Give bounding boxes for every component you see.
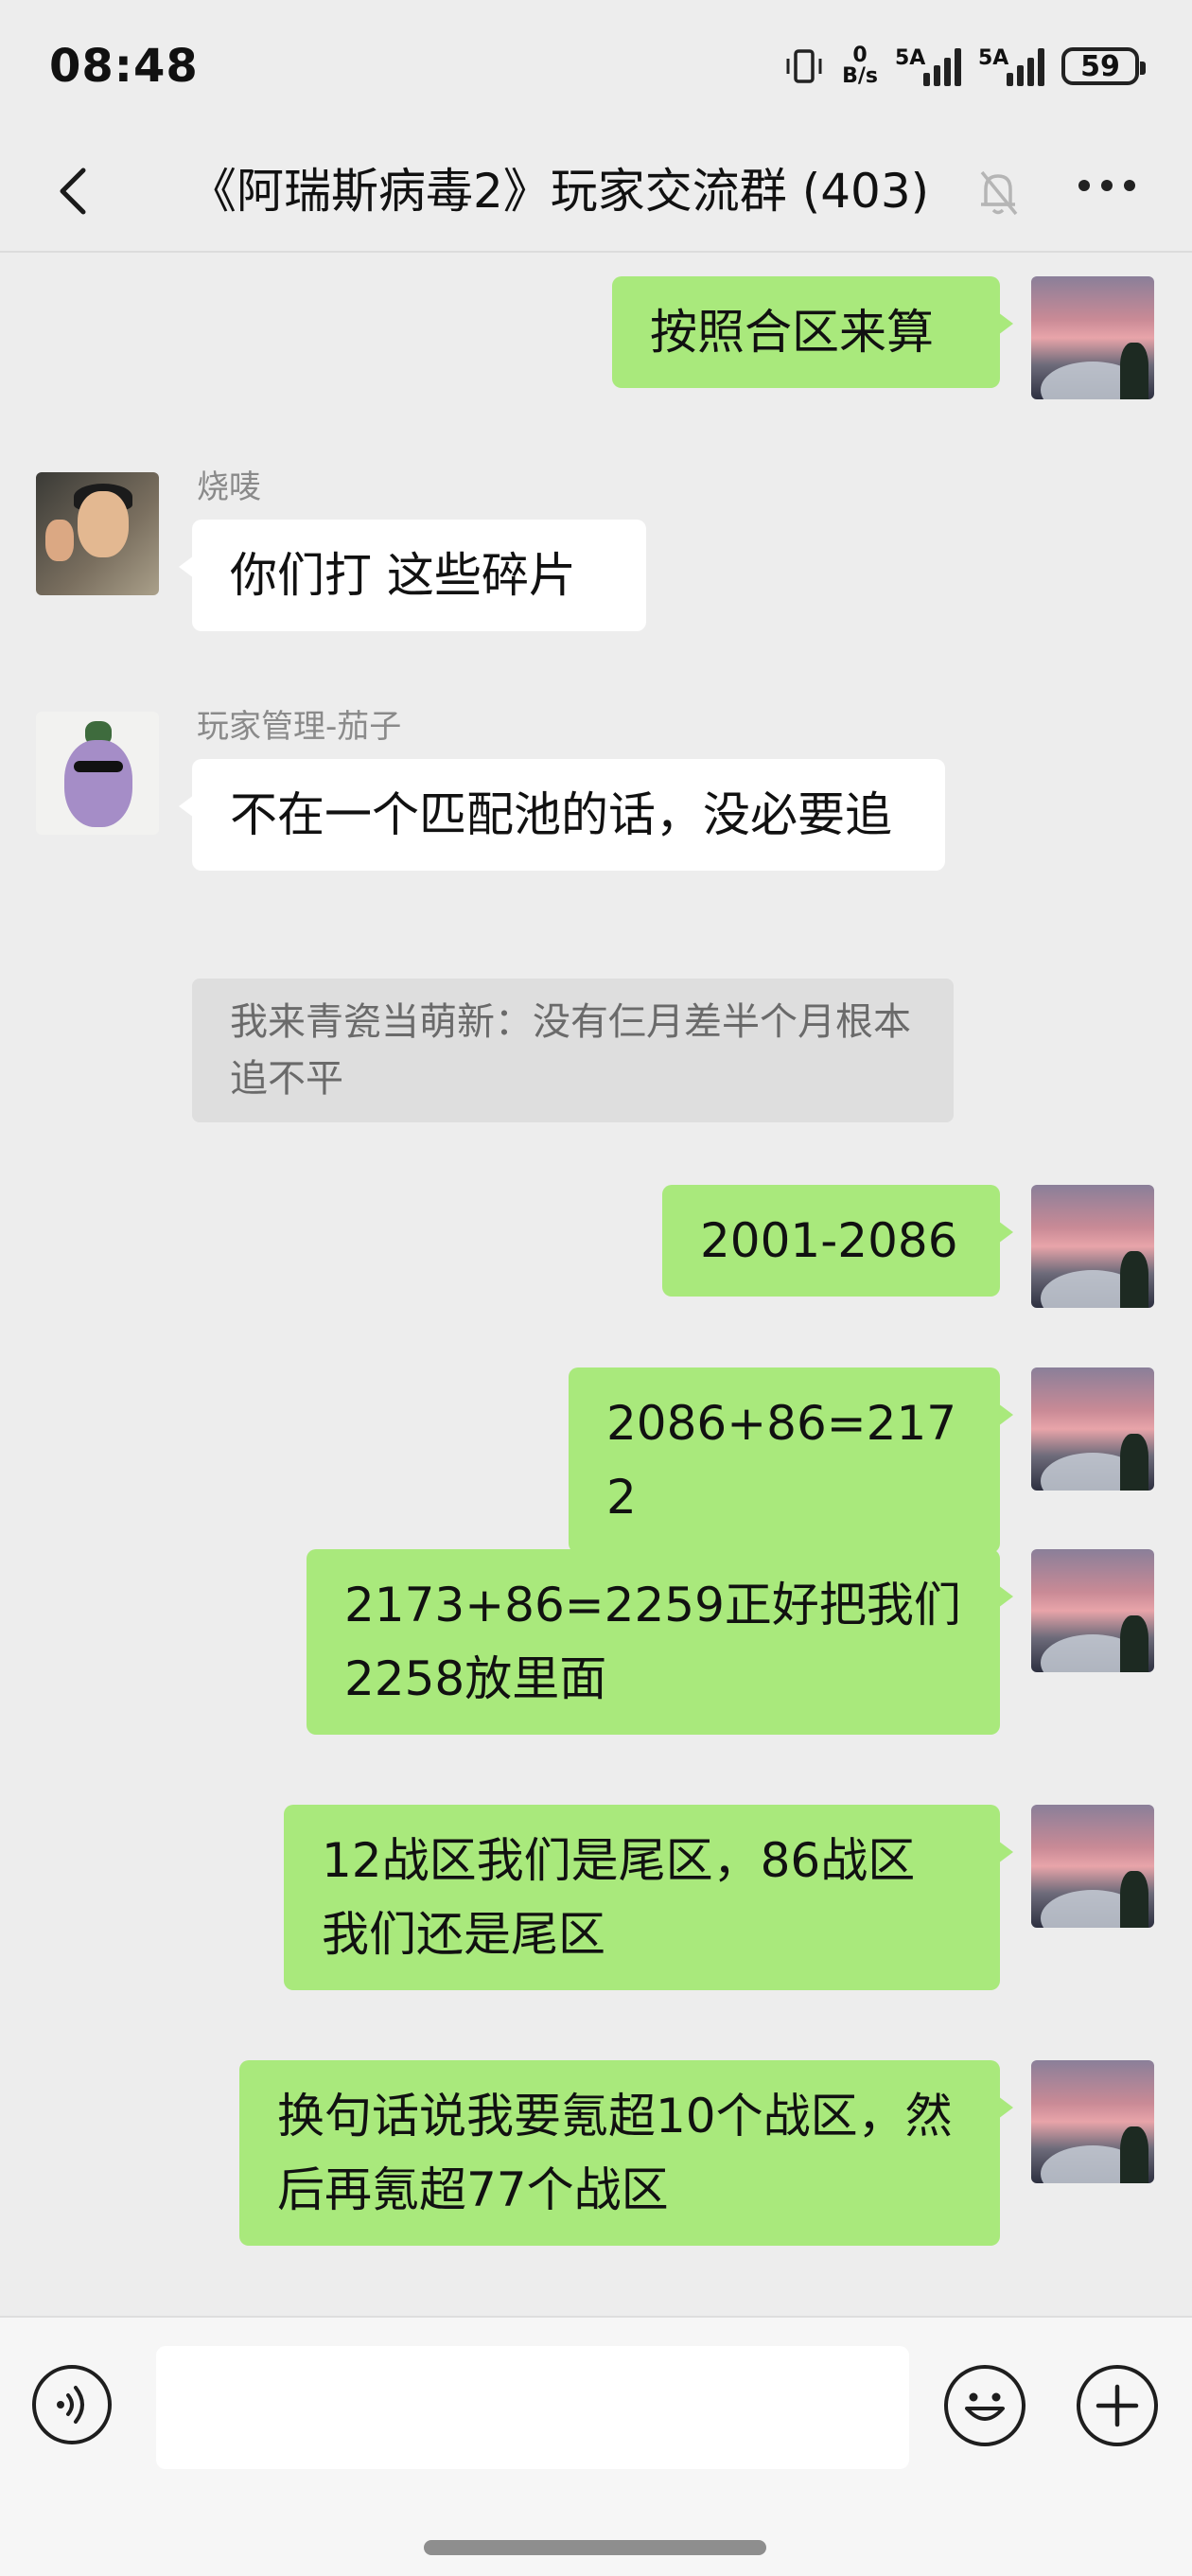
- message-bubble[interactable]: 按照合区来算: [612, 276, 1013, 388]
- my-avatar[interactable]: [1031, 1367, 1154, 1491]
- signal-icon-1: 5A: [895, 46, 961, 86]
- status-bar: 08:48 0 B/s 5A 5A 59: [0, 0, 1192, 132]
- message-bubble[interactable]: 你们打 这些碎片: [179, 520, 646, 631]
- bell-off-icon: [980, 170, 1018, 216]
- chat-message-list[interactable]: 按照合区来算 烧唛 你们打 这些碎片 玩家管理-茄子 不在一个匹配池的话，没必要…: [0, 253, 1192, 2316]
- clock: 08:48: [49, 40, 199, 93]
- my-avatar[interactable]: [1031, 276, 1154, 399]
- status-icons: 0 B/s 5A 5A 59: [783, 45, 1146, 87]
- sender-name: 烧唛: [197, 468, 261, 506]
- chevron-left-icon[interactable]: [45, 161, 102, 221]
- message-input[interactable]: [156, 2346, 909, 2469]
- signal-icon-2: 5A: [978, 46, 1044, 86]
- my-avatar[interactable]: [1031, 1549, 1154, 1672]
- sender-name: 玩家管理-茄子: [197, 708, 402, 746]
- message-bubble[interactable]: 2173+86=2259正好把我们2258放里面: [307, 1549, 1013, 1735]
- quoted-message[interactable]: 我来青瓷当萌新：没有仨月差半个月根本追不平: [192, 979, 954, 1122]
- battery-icon: 59: [1061, 47, 1146, 85]
- message-bubble[interactable]: 换句话说我要氪超10个战区，然后再氪超77个战区: [239, 2060, 1013, 2246]
- more-icon[interactable]: [1078, 180, 1135, 191]
- chat-title: 《阿瑞斯病毒2》玩家交流群 (403): [189, 164, 930, 219]
- message-bubble[interactable]: 12战区我们是尾区，86战区我们还是尾区: [284, 1805, 1013, 1990]
- voice-icon[interactable]: [32, 2365, 112, 2444]
- message-bubble[interactable]: 2086+86=2172: [569, 1367, 1013, 1553]
- signal-2-label: 5A: [978, 46, 1009, 70]
- chat-header: 《阿瑞斯病毒2》玩家交流群 (403): [0, 132, 1192, 253]
- avatar-qiezi[interactable]: [36, 712, 159, 835]
- message-bubble[interactable]: 2001-2086: [662, 1185, 1013, 1297]
- avatar-shaomai[interactable]: [36, 472, 159, 595]
- network-speed-value: 0: [852, 44, 868, 67]
- network-speed-unit: B/s: [842, 64, 878, 88]
- message-bubble[interactable]: 不在一个匹配池的话，没必要追: [179, 759, 945, 871]
- my-avatar[interactable]: [1031, 1805, 1154, 1928]
- vibrate-icon: [786, 49, 822, 83]
- signal-1-label: 5A: [895, 46, 926, 70]
- my-avatar[interactable]: [1031, 2060, 1154, 2183]
- network-speed: 0 B/s: [842, 45, 878, 87]
- my-avatar[interactable]: [1031, 1185, 1154, 1308]
- plus-icon[interactable]: [1077, 2365, 1158, 2446]
- smiley-icon[interactable]: [944, 2365, 1025, 2446]
- input-bar: [0, 2316, 1192, 2576]
- home-indicator[interactable]: [424, 2540, 766, 2555]
- battery-level: 59: [1080, 49, 1120, 83]
